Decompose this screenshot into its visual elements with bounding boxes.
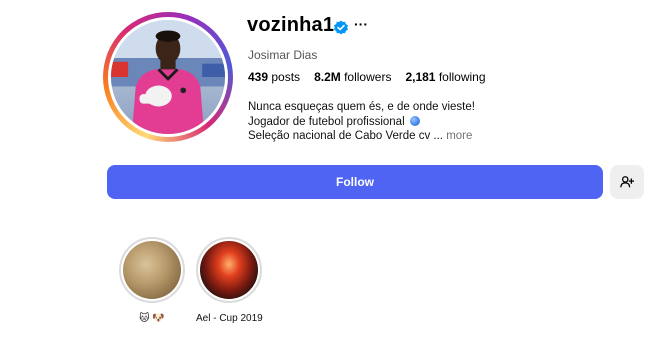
bio-line-2: Jogador de futebol profissional (248, 115, 405, 128)
followers-stat[interactable]: 8.2M followers (314, 70, 391, 84)
followers-count: 8.2M (314, 70, 341, 84)
story-highlight[interactable]: 🐱 🐶 (119, 237, 185, 324)
profile-username: vozinha1 (247, 14, 335, 36)
posts-stat: 439 posts (248, 70, 300, 84)
highlight-label: 🐱 🐶 (139, 313, 165, 324)
profile-avatar-ring[interactable] (103, 12, 233, 142)
more-options-icon[interactable]: ··· (354, 16, 368, 32)
bio-line-1: Nunca esqueças quem és, e de onde vieste… (248, 101, 475, 113)
profile-stats: 439 posts 8.2M followers 2,181 following (248, 70, 500, 84)
story-highlight[interactable]: Ael - Cup 2019 (196, 237, 263, 324)
bio-more-link[interactable]: more (446, 130, 472, 142)
highlight-cover (123, 241, 181, 299)
follow-button[interactable]: Follow (107, 165, 603, 199)
posts-count: 439 (248, 70, 269, 84)
profile-avatar[interactable] (108, 17, 228, 137)
profile-full-name: Josimar Dias (248, 48, 318, 62)
globe-icon (409, 115, 420, 126)
bio-line-3-row: Seleção nacional de Cabo Verde cv ... mo… (248, 129, 475, 144)
highlight-label: Ael - Cup 2019 (196, 313, 263, 324)
verified-badge-icon (334, 20, 348, 35)
highlight-ring (119, 237, 185, 303)
following-count: 2,181 (405, 70, 436, 84)
followers-label: followers (344, 70, 392, 84)
bio-line-2-row: Jogador de futebol profissional (248, 115, 475, 130)
profile-bio: Nunca esqueças quem és, e de onde vieste… (248, 100, 475, 144)
add-person-icon (620, 176, 634, 188)
following-label: following (438, 70, 486, 84)
following-stat[interactable]: 2,181 following (405, 70, 485, 84)
bio-line-3: Seleção nacional de Cabo Verde cv ... (248, 130, 443, 142)
highlight-cover (200, 241, 258, 299)
posts-label: posts (271, 70, 301, 84)
highlight-ring (196, 237, 262, 303)
suggest-accounts-button[interactable] (610, 165, 644, 199)
